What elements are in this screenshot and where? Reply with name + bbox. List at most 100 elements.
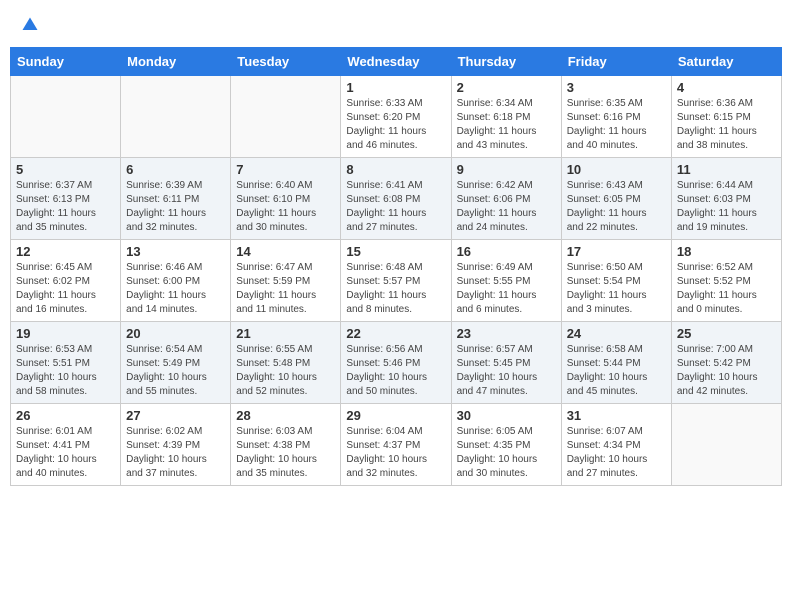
day-info: Sunrise: 6:02 AM Sunset: 4:39 PM Dayligh… xyxy=(126,425,225,481)
calendar-day-cell: 14Sunrise: 6:47 AM Sunset: 5:59 PM Dayli… xyxy=(231,240,341,322)
day-info: Sunrise: 6:03 AM Sunset: 4:38 PM Dayligh… xyxy=(236,425,335,481)
day-info: Sunrise: 6:41 AM Sunset: 6:08 PM Dayligh… xyxy=(346,179,445,235)
calendar: SundayMondayTuesdayWednesdayThursdayFrid… xyxy=(10,47,782,486)
calendar-day-cell: 13 Sunrise: 6:46 AM Sunset: 6:00 PM Dayli… xyxy=(121,240,231,322)
calendar-week-row: 5Sunrise: 6:37 AM Sunset: 6:13 PM Daylig… xyxy=(11,158,782,240)
day-header-wednesday: Wednesday xyxy=(341,48,451,76)
calendar-day-cell: 12 Sunrise: 6:45 AM Sunset: 6:02 PM Dayli… xyxy=(11,240,121,322)
day-number: 3 xyxy=(567,80,666,95)
day-info: Sunrise: 6:50 AM Sunset: 5:54 PM Dayligh… xyxy=(567,261,666,317)
day-info: Sunrise: 6:58 AM Sunset: 5:44 PM Dayligh… xyxy=(567,343,666,399)
calendar-day-cell: 9 Sunrise: 6:42 AM Sunset: 6:06 PM Daylig… xyxy=(451,158,561,240)
day-info: Sunrise: 6:39 AM Sunset: 6:11 PM Dayligh… xyxy=(126,179,225,235)
calendar-week-row: 19 Sunrise: 6:53 AM Sunset: 5:51 PM Dayli… xyxy=(11,322,782,404)
calendar-day-cell: 8 Sunrise: 6:41 AM Sunset: 6:08 PM Daylig… xyxy=(341,158,451,240)
calendar-week-row: 12 Sunrise: 6:45 AM Sunset: 6:02 PM Dayli… xyxy=(11,240,782,322)
day-info: Sunrise: 6:53 AM Sunset: 5:51 PM Dayligh… xyxy=(16,343,115,399)
calendar-day-cell xyxy=(121,76,231,158)
day-number: 1 xyxy=(346,80,445,95)
day-number: 11 xyxy=(677,162,776,177)
day-number: 22 xyxy=(346,326,445,341)
day-number: 25 xyxy=(677,326,776,341)
day-number: 17 xyxy=(567,244,666,259)
calendar-day-cell: 7Sunrise: 6:40 AM Sunset: 6:10 PM Daylig… xyxy=(231,158,341,240)
calendar-day-cell: 2 Sunrise: 6:34 AM Sunset: 6:18 PM Daylig… xyxy=(451,76,561,158)
logo-icon xyxy=(20,15,40,35)
day-number: 30 xyxy=(457,408,556,423)
day-info: Sunrise: 6:40 AM Sunset: 6:10 PM Dayligh… xyxy=(236,179,335,235)
day-number: 27 xyxy=(126,408,225,423)
calendar-day-cell: 27 Sunrise: 6:02 AM Sunset: 4:39 PM Dayli… xyxy=(121,404,231,486)
day-number: 15 xyxy=(346,244,445,259)
calendar-day-cell: 22 Sunrise: 6:56 AM Sunset: 5:46 PM Dayli… xyxy=(341,322,451,404)
calendar-day-cell: 24 Sunrise: 6:58 AM Sunset: 5:44 PM Dayli… xyxy=(561,322,671,404)
day-number: 9 xyxy=(457,162,556,177)
day-header-tuesday: Tuesday xyxy=(231,48,341,76)
day-number: 20 xyxy=(126,326,225,341)
day-info: Sunrise: 6:33 AM Sunset: 6:20 PM Dayligh… xyxy=(346,97,445,153)
calendar-day-cell: 20 Sunrise: 6:54 AM Sunset: 5:49 PM Dayli… xyxy=(121,322,231,404)
day-number: 13 xyxy=(126,244,225,259)
calendar-day-cell: 6 Sunrise: 6:39 AM Sunset: 6:11 PM Daylig… xyxy=(121,158,231,240)
day-number: 31 xyxy=(567,408,666,423)
day-info: Sunrise: 6:36 AM Sunset: 6:15 PM Dayligh… xyxy=(677,97,776,153)
day-number: 19 xyxy=(16,326,115,341)
calendar-day-cell: 19 Sunrise: 6:53 AM Sunset: 5:51 PM Dayli… xyxy=(11,322,121,404)
calendar-day-cell: 31 Sunrise: 6:07 AM Sunset: 4:34 PM Dayli… xyxy=(561,404,671,486)
calendar-day-cell xyxy=(671,404,781,486)
day-info: Sunrise: 6:04 AM Sunset: 4:37 PM Dayligh… xyxy=(346,425,445,481)
day-info: Sunrise: 6:52 AM Sunset: 5:52 PM Dayligh… xyxy=(677,261,776,317)
calendar-day-cell: 11 Sunrise: 6:44 AM Sunset: 6:03 PM Dayli… xyxy=(671,158,781,240)
day-header-thursday: Thursday xyxy=(451,48,561,76)
day-number: 28 xyxy=(236,408,335,423)
calendar-day-cell: 18 Sunrise: 6:52 AM Sunset: 5:52 PM Dayli… xyxy=(671,240,781,322)
calendar-day-cell: 29 Sunrise: 6:04 AM Sunset: 4:37 PM Dayli… xyxy=(341,404,451,486)
day-number: 10 xyxy=(567,162,666,177)
day-info: Sunrise: 6:45 AM Sunset: 6:02 PM Dayligh… xyxy=(16,261,115,317)
day-info: Sunrise: 6:42 AM Sunset: 6:06 PM Dayligh… xyxy=(457,179,556,235)
day-info: Sunrise: 6:43 AM Sunset: 6:05 PM Dayligh… xyxy=(567,179,666,235)
day-number: 4 xyxy=(677,80,776,95)
day-info: Sunrise: 6:05 AM Sunset: 4:35 PM Dayligh… xyxy=(457,425,556,481)
day-header-sunday: Sunday xyxy=(11,48,121,76)
calendar-day-cell: 5Sunrise: 6:37 AM Sunset: 6:13 PM Daylig… xyxy=(11,158,121,240)
day-number: 24 xyxy=(567,326,666,341)
logo xyxy=(18,14,42,35)
day-header-monday: Monday xyxy=(121,48,231,76)
calendar-day-cell: 16Sunrise: 6:49 AM Sunset: 5:55 PM Dayli… xyxy=(451,240,561,322)
calendar-day-cell: 21Sunrise: 6:55 AM Sunset: 5:48 PM Dayli… xyxy=(231,322,341,404)
day-info: Sunrise: 7:00 AM Sunset: 5:42 PM Dayligh… xyxy=(677,343,776,399)
day-number: 29 xyxy=(346,408,445,423)
day-info: Sunrise: 6:34 AM Sunset: 6:18 PM Dayligh… xyxy=(457,97,556,153)
day-info: Sunrise: 6:55 AM Sunset: 5:48 PM Dayligh… xyxy=(236,343,335,399)
calendar-week-row: 1 Sunrise: 6:33 AM Sunset: 6:20 PM Daylig… xyxy=(11,76,782,158)
calendar-day-cell: 17 Sunrise: 6:50 AM Sunset: 5:54 PM Dayli… xyxy=(561,240,671,322)
day-info: Sunrise: 6:35 AM Sunset: 6:16 PM Dayligh… xyxy=(567,97,666,153)
calendar-day-cell: 26Sunrise: 6:01 AM Sunset: 4:41 PM Dayli… xyxy=(11,404,121,486)
day-info: Sunrise: 6:07 AM Sunset: 4:34 PM Dayligh… xyxy=(567,425,666,481)
day-number: 8 xyxy=(346,162,445,177)
calendar-day-cell: 25 Sunrise: 7:00 AM Sunset: 5:42 PM Dayli… xyxy=(671,322,781,404)
day-number: 12 xyxy=(16,244,115,259)
day-header-saturday: Saturday xyxy=(671,48,781,76)
calendar-day-cell: 3 Sunrise: 6:35 AM Sunset: 6:16 PM Daylig… xyxy=(561,76,671,158)
header xyxy=(10,10,782,39)
day-number: 26 xyxy=(16,408,115,423)
day-info: Sunrise: 6:48 AM Sunset: 5:57 PM Dayligh… xyxy=(346,261,445,317)
calendar-day-cell: 28 Sunrise: 6:03 AM Sunset: 4:38 PM Dayli… xyxy=(231,404,341,486)
day-info: Sunrise: 6:44 AM Sunset: 6:03 PM Dayligh… xyxy=(677,179,776,235)
day-number: 23 xyxy=(457,326,556,341)
day-info: Sunrise: 6:54 AM Sunset: 5:49 PM Dayligh… xyxy=(126,343,225,399)
calendar-day-cell: 23 Sunrise: 6:57 AM Sunset: 5:45 PM Dayli… xyxy=(451,322,561,404)
day-info: Sunrise: 6:57 AM Sunset: 5:45 PM Dayligh… xyxy=(457,343,556,399)
calendar-day-cell: 4 Sunrise: 6:36 AM Sunset: 6:15 PM Daylig… xyxy=(671,76,781,158)
day-number: 18 xyxy=(677,244,776,259)
calendar-day-cell: 30 Sunrise: 6:05 AM Sunset: 4:35 PM Dayli… xyxy=(451,404,561,486)
calendar-day-cell: 15 Sunrise: 6:48 AM Sunset: 5:57 PM Dayli… xyxy=(341,240,451,322)
day-info: Sunrise: 6:56 AM Sunset: 5:46 PM Dayligh… xyxy=(346,343,445,399)
day-number: 2 xyxy=(457,80,556,95)
day-number: 6 xyxy=(126,162,225,177)
day-info: Sunrise: 6:46 AM Sunset: 6:00 PM Dayligh… xyxy=(126,261,225,317)
calendar-week-row: 26Sunrise: 6:01 AM Sunset: 4:41 PM Dayli… xyxy=(11,404,782,486)
calendar-day-cell: 1 Sunrise: 6:33 AM Sunset: 6:20 PM Daylig… xyxy=(341,76,451,158)
